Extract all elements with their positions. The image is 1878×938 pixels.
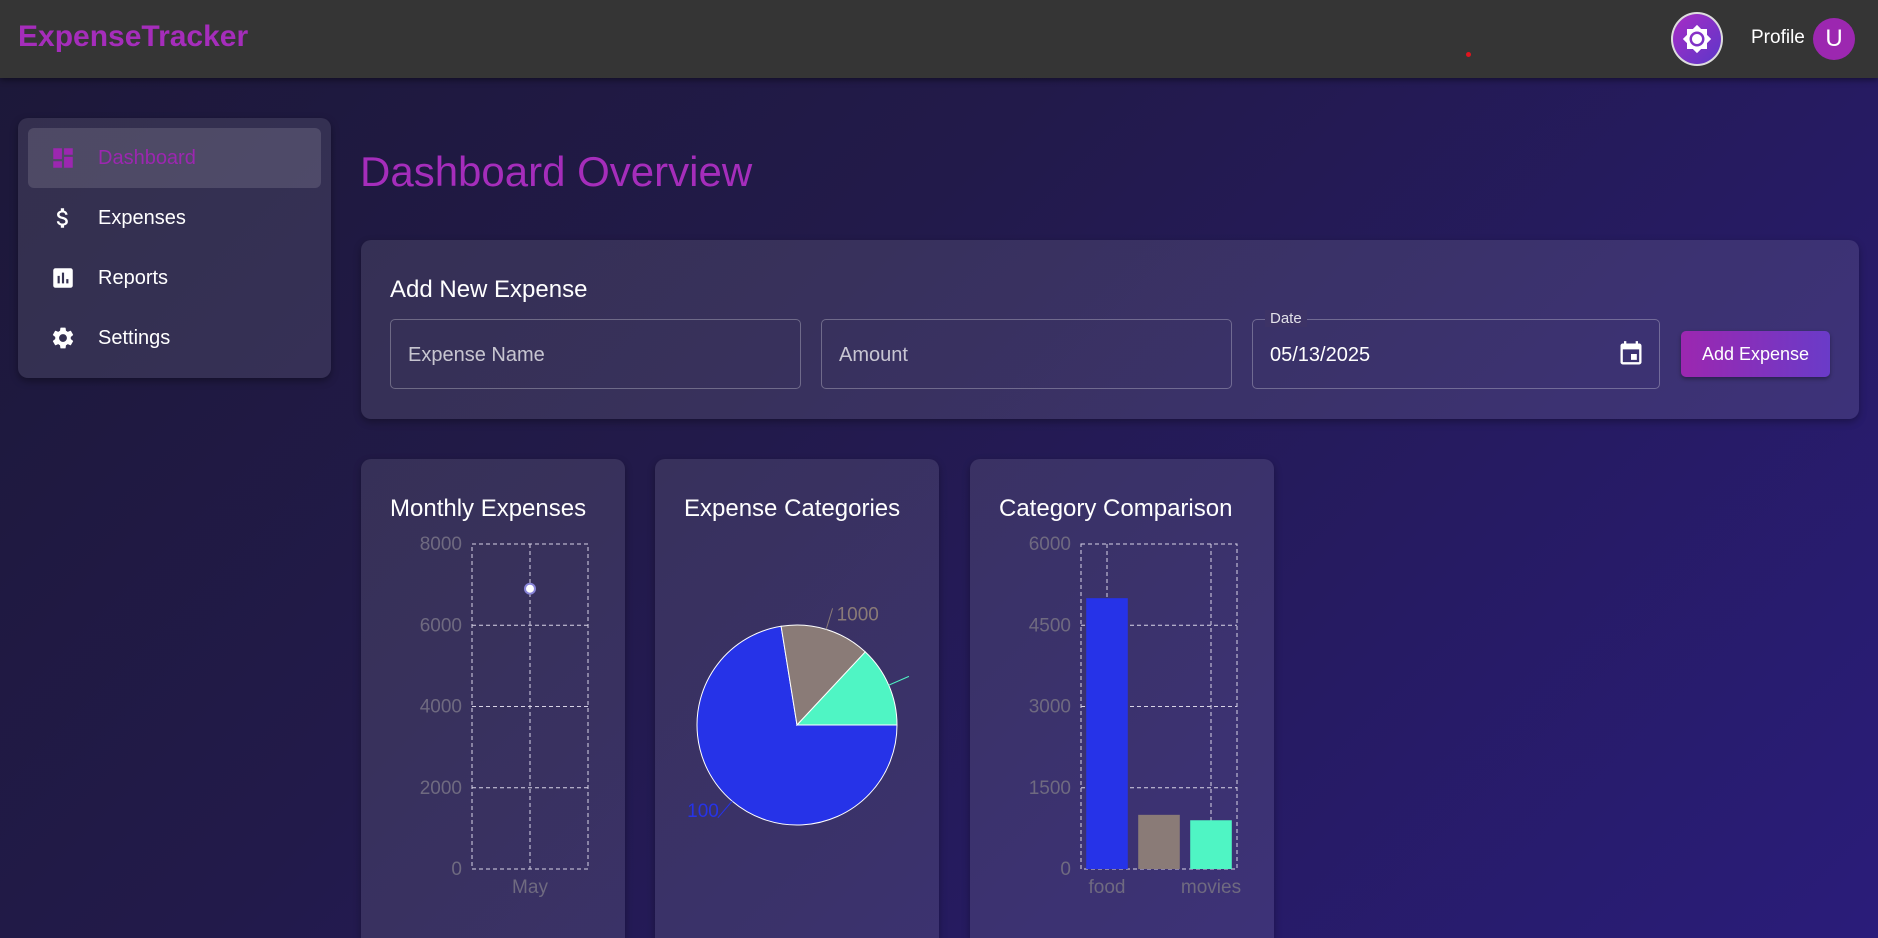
amount-input[interactable]: Amount bbox=[821, 319, 1232, 389]
y-tick-label: 0 bbox=[451, 859, 462, 880]
y-tick-label: 8000 bbox=[420, 534, 462, 555]
bar bbox=[1138, 814, 1180, 869]
dollar-icon bbox=[56, 208, 68, 228]
y-tick-label: 6000 bbox=[1029, 534, 1071, 555]
sidebar-item-label: Dashboard bbox=[98, 147, 196, 169]
page-title: Dashboard Overview bbox=[360, 148, 753, 195]
bar bbox=[1190, 820, 1232, 869]
sidebar-item-label: Expenses bbox=[98, 207, 186, 229]
sidebar-item-reports[interactable]: Reports bbox=[28, 248, 321, 308]
expense-categories-chart: 100 1000 bbox=[687, 604, 910, 826]
y-tick-label: 1500 bbox=[1029, 778, 1071, 799]
sidebar-item-label: Settings bbox=[98, 327, 171, 349]
monthly-expenses-card: Monthly Expenses 0 2000 4000 6000 8000 May bbox=[361, 459, 625, 938]
sidebar-item-settings[interactable]: Settings bbox=[28, 308, 321, 368]
date-label: Date bbox=[1265, 310, 1307, 327]
amount-placeholder: Amount bbox=[839, 344, 908, 366]
category-comparison-chart: 0 1500 3000 4500 6000 food movies bbox=[1029, 534, 1241, 898]
avatar[interactable]: U bbox=[1813, 18, 1855, 60]
sidebar-item-label: Reports bbox=[98, 267, 169, 289]
sidebar-item-dashboard[interactable]: Dashboard bbox=[28, 128, 321, 188]
date-value: 05/13/2025 bbox=[1270, 344, 1371, 366]
gear-icon bbox=[52, 327, 74, 349]
y-tick-label: 3000 bbox=[1029, 697, 1071, 718]
notification-dot bbox=[1466, 52, 1471, 57]
label-leader bbox=[717, 800, 733, 819]
data-point bbox=[524, 582, 536, 595]
category-comparison-card: Category Comparison 0 1500 3000 4500 6000 foo… bbox=[970, 459, 1274, 938]
theme-toggle-button[interactable] bbox=[1671, 12, 1723, 66]
monthly-expenses-chart: 0 2000 4000 6000 8000 May bbox=[420, 534, 589, 898]
brand-logo[interactable]: ExpenseTracker bbox=[18, 20, 248, 54]
profile-link[interactable]: Profile bbox=[1751, 27, 1805, 49]
expense-categories-card: Expense Categories 100 1000 bbox=[655, 459, 939, 938]
bar-chart-icon bbox=[53, 268, 73, 288]
calendar-icon[interactable] bbox=[1617, 340, 1645, 368]
y-tick-label: 4500 bbox=[1029, 615, 1071, 636]
y-tick-label: 2000 bbox=[420, 778, 462, 799]
app-bar: ExpenseTracker Profile U bbox=[0, 0, 1878, 78]
y-tick-label: 4000 bbox=[420, 697, 462, 718]
x-tick-label: May bbox=[512, 877, 548, 898]
expense-name-input[interactable]: Expense Name bbox=[390, 319, 801, 389]
label-leader bbox=[888, 675, 910, 686]
form-title: Add New Expense bbox=[390, 276, 588, 303]
y-tick-label: 0 bbox=[1060, 859, 1071, 880]
x-tick-label: movies bbox=[1181, 877, 1241, 898]
y-tick-label: 6000 bbox=[420, 615, 462, 636]
bar bbox=[1086, 598, 1128, 869]
sidebar-item-expenses[interactable]: Expenses bbox=[28, 188, 321, 248]
brightness-icon bbox=[1682, 24, 1712, 54]
date-field[interactable]: Date 05/13/2025 bbox=[1252, 310, 1660, 389]
sidebar: Dashboard Expenses Reports Settings bbox=[18, 118, 331, 378]
add-expense-card: Add New Expense Expense Name Amount Date… bbox=[361, 240, 1859, 419]
label-leader bbox=[825, 608, 834, 630]
expense-name-placeholder: Expense Name bbox=[408, 344, 545, 366]
slice-label: 100 bbox=[687, 801, 719, 822]
dashboard-icon bbox=[53, 148, 73, 168]
add-expense-button[interactable]: Add Expense bbox=[1681, 331, 1830, 377]
slice-label: 1000 bbox=[837, 604, 879, 625]
x-tick-label: food bbox=[1089, 877, 1126, 898]
